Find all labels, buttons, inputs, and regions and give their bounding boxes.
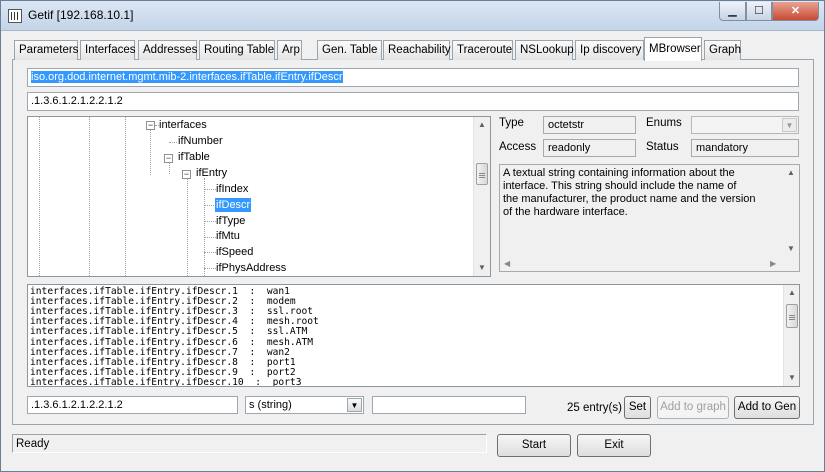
tree-node-ifentry[interactable]: ifEntry bbox=[196, 166, 227, 180]
tree-branch bbox=[204, 252, 216, 253]
tab-reachability[interactable]: Reachability bbox=[383, 40, 451, 60]
tree-guide-line bbox=[125, 117, 126, 276]
tree-node-ifmtu[interactable]: ifMtu bbox=[216, 229, 240, 243]
value-type-select[interactable]: s (string) ▼ bbox=[245, 396, 364, 414]
results-scrollbar[interactable]: ▲ ▼ bbox=[783, 285, 799, 386]
app-icon bbox=[8, 9, 22, 23]
tree-branch bbox=[204, 189, 216, 190]
tab-nslookup[interactable]: NSLookup bbox=[515, 40, 574, 60]
tree-scrollbar[interactable]: ▲ ▼ bbox=[473, 117, 490, 276]
tree-branch bbox=[169, 142, 177, 143]
result-row[interactable]: interfaces.ifTable.ifEntry.ifDescr.10 : … bbox=[30, 376, 302, 387]
enums-label: Enums bbox=[646, 117, 682, 129]
tab-interfaces[interactable]: Interfaces bbox=[80, 40, 136, 60]
tab-routing-table[interactable]: Routing Table bbox=[199, 40, 275, 60]
tree-node-ifdescr[interactable]: ifDescr bbox=[215, 198, 252, 212]
add-to-gen-button[interactable]: Add to Gen bbox=[734, 396, 800, 419]
title-bar[interactable]: Getif [192.168.10.1] ▁ ☐ ✕ bbox=[1, 1, 824, 31]
start-button[interactable]: Start bbox=[497, 434, 571, 457]
tab-parameters[interactable]: Parameters bbox=[14, 40, 78, 60]
tree-guide-line bbox=[187, 178, 188, 276]
maximize-button[interactable]: ☐ bbox=[746, 2, 772, 21]
tree-node-ifnumber[interactable]: ifNumber bbox=[178, 134, 223, 148]
tree-node-ifphysaddress[interactable]: ifPhysAddress bbox=[216, 261, 286, 275]
close-icon: ✕ bbox=[790, 5, 801, 17]
scroll-thumb[interactable] bbox=[786, 304, 798, 328]
set-button[interactable]: Set bbox=[624, 396, 651, 419]
bottom-oid-field[interactable]: .1.3.6.1.2.1.2.2.1.2 bbox=[27, 396, 238, 414]
tab-gen-table[interactable]: Gen. Table bbox=[317, 40, 382, 60]
results-list[interactable]: interfaces.ifTable.ifEntry.ifDescr.1 : w… bbox=[27, 284, 800, 387]
tree-node-ifindex[interactable]: ifIndex bbox=[216, 182, 248, 196]
type-label: Type bbox=[499, 117, 524, 129]
description-scrollbar[interactable]: ▲ ▼ bbox=[783, 165, 799, 257]
tab-addresses[interactable]: Addresses bbox=[138, 40, 197, 60]
scroll-left-icon[interactable]: ◀ bbox=[504, 256, 510, 271]
tree-node-ifspeed[interactable]: ifSpeed bbox=[216, 245, 253, 259]
tree-branch bbox=[204, 268, 216, 269]
description-box[interactable]: A textual string containing information … bbox=[499, 164, 800, 272]
type-value: octetstr bbox=[543, 116, 636, 134]
access-label: Access bbox=[499, 141, 537, 153]
result-value: port3 bbox=[272, 376, 302, 387]
enums-dropdown: ▼ bbox=[691, 116, 799, 134]
status-bar: Ready bbox=[12, 434, 487, 453]
scroll-up-icon[interactable]: ▲ bbox=[783, 165, 799, 181]
tree-guide-line bbox=[39, 117, 40, 276]
status-value: mandatory bbox=[691, 139, 799, 157]
minimize-button[interactable]: ▁ bbox=[719, 2, 746, 21]
tree-guide-line bbox=[89, 117, 90, 276]
scroll-down-icon[interactable]: ▼ bbox=[474, 260, 490, 276]
scroll-thumb[interactable] bbox=[476, 163, 488, 185]
mib-tree[interactable]: − interfaces ifNumber − ifTable − ifEntr… bbox=[27, 116, 491, 277]
tree-guide-line bbox=[204, 178, 205, 276]
tree-collapse-icon[interactable]: − bbox=[182, 170, 191, 179]
add-to-graph-button[interactable]: Add to graph bbox=[657, 396, 729, 419]
status-label: Status bbox=[646, 141, 679, 153]
mib-path-field[interactable]: iso.org.dod.internet.mgmt.mib-2.interfac… bbox=[27, 68, 799, 87]
result-separator: : bbox=[243, 376, 273, 387]
tab-arp[interactable]: Arp bbox=[277, 40, 302, 60]
scroll-right-icon[interactable]: ▶ bbox=[770, 256, 776, 271]
scroll-up-icon[interactable]: ▲ bbox=[474, 117, 490, 133]
exit-button[interactable]: Exit bbox=[577, 434, 651, 457]
tree-node-iftable[interactable]: ifTable bbox=[178, 150, 210, 164]
description-hscrollbar[interactable]: ◀ ▶ bbox=[500, 256, 785, 271]
tree-guide-line bbox=[169, 162, 170, 174]
scroll-down-icon[interactable]: ▼ bbox=[784, 370, 799, 386]
tab-traceroute[interactable]: Traceroute bbox=[452, 40, 513, 60]
tree-node-interfaces[interactable]: interfaces bbox=[159, 118, 207, 132]
tree-collapse-icon[interactable]: − bbox=[164, 154, 173, 163]
value-type-selected: s (string) bbox=[249, 399, 292, 411]
tree-collapse-icon[interactable]: − bbox=[146, 121, 155, 130]
entry-count: 25 entry(s) bbox=[567, 402, 622, 414]
window-title: Getif [192.168.10.1] bbox=[28, 8, 134, 22]
scroll-up-icon[interactable]: ▲ bbox=[784, 285, 799, 301]
mib-path-text: iso.org.dod.internet.mgmt.mib-2.interfac… bbox=[31, 71, 343, 83]
result-key: interfaces.ifTable.ifEntry.ifDescr.10 bbox=[30, 376, 244, 387]
minimize-icon: ▁ bbox=[728, 5, 737, 17]
value-input[interactable] bbox=[372, 396, 526, 414]
access-value: readonly bbox=[543, 139, 636, 157]
tree-node-iftype[interactable]: ifType bbox=[216, 214, 245, 228]
oid-field[interactable]: .1.3.6.1.2.1.2.2.1.2 bbox=[27, 92, 799, 111]
scroll-down-icon[interactable]: ▼ bbox=[783, 241, 799, 257]
close-button[interactable]: ✕ bbox=[772, 2, 819, 21]
tab-ip-discovery[interactable]: Ip discovery bbox=[575, 40, 644, 60]
tab-graph[interactable]: Graph bbox=[704, 40, 741, 60]
tree-branch bbox=[204, 221, 216, 222]
app-window: Getif [192.168.10.1] ▁ ☐ ✕ Parameters In… bbox=[0, 0, 825, 472]
maximize-icon: ☐ bbox=[754, 5, 764, 17]
chevron-down-icon: ▼ bbox=[782, 118, 797, 132]
tab-mbrowser[interactable]: MBrowser bbox=[644, 37, 702, 61]
tree-branch bbox=[204, 237, 216, 238]
tree-guide-line bbox=[150, 130, 151, 175]
description-text: A textual string containing information … bbox=[503, 167, 756, 218]
chevron-down-icon[interactable]: ▼ bbox=[347, 398, 362, 412]
